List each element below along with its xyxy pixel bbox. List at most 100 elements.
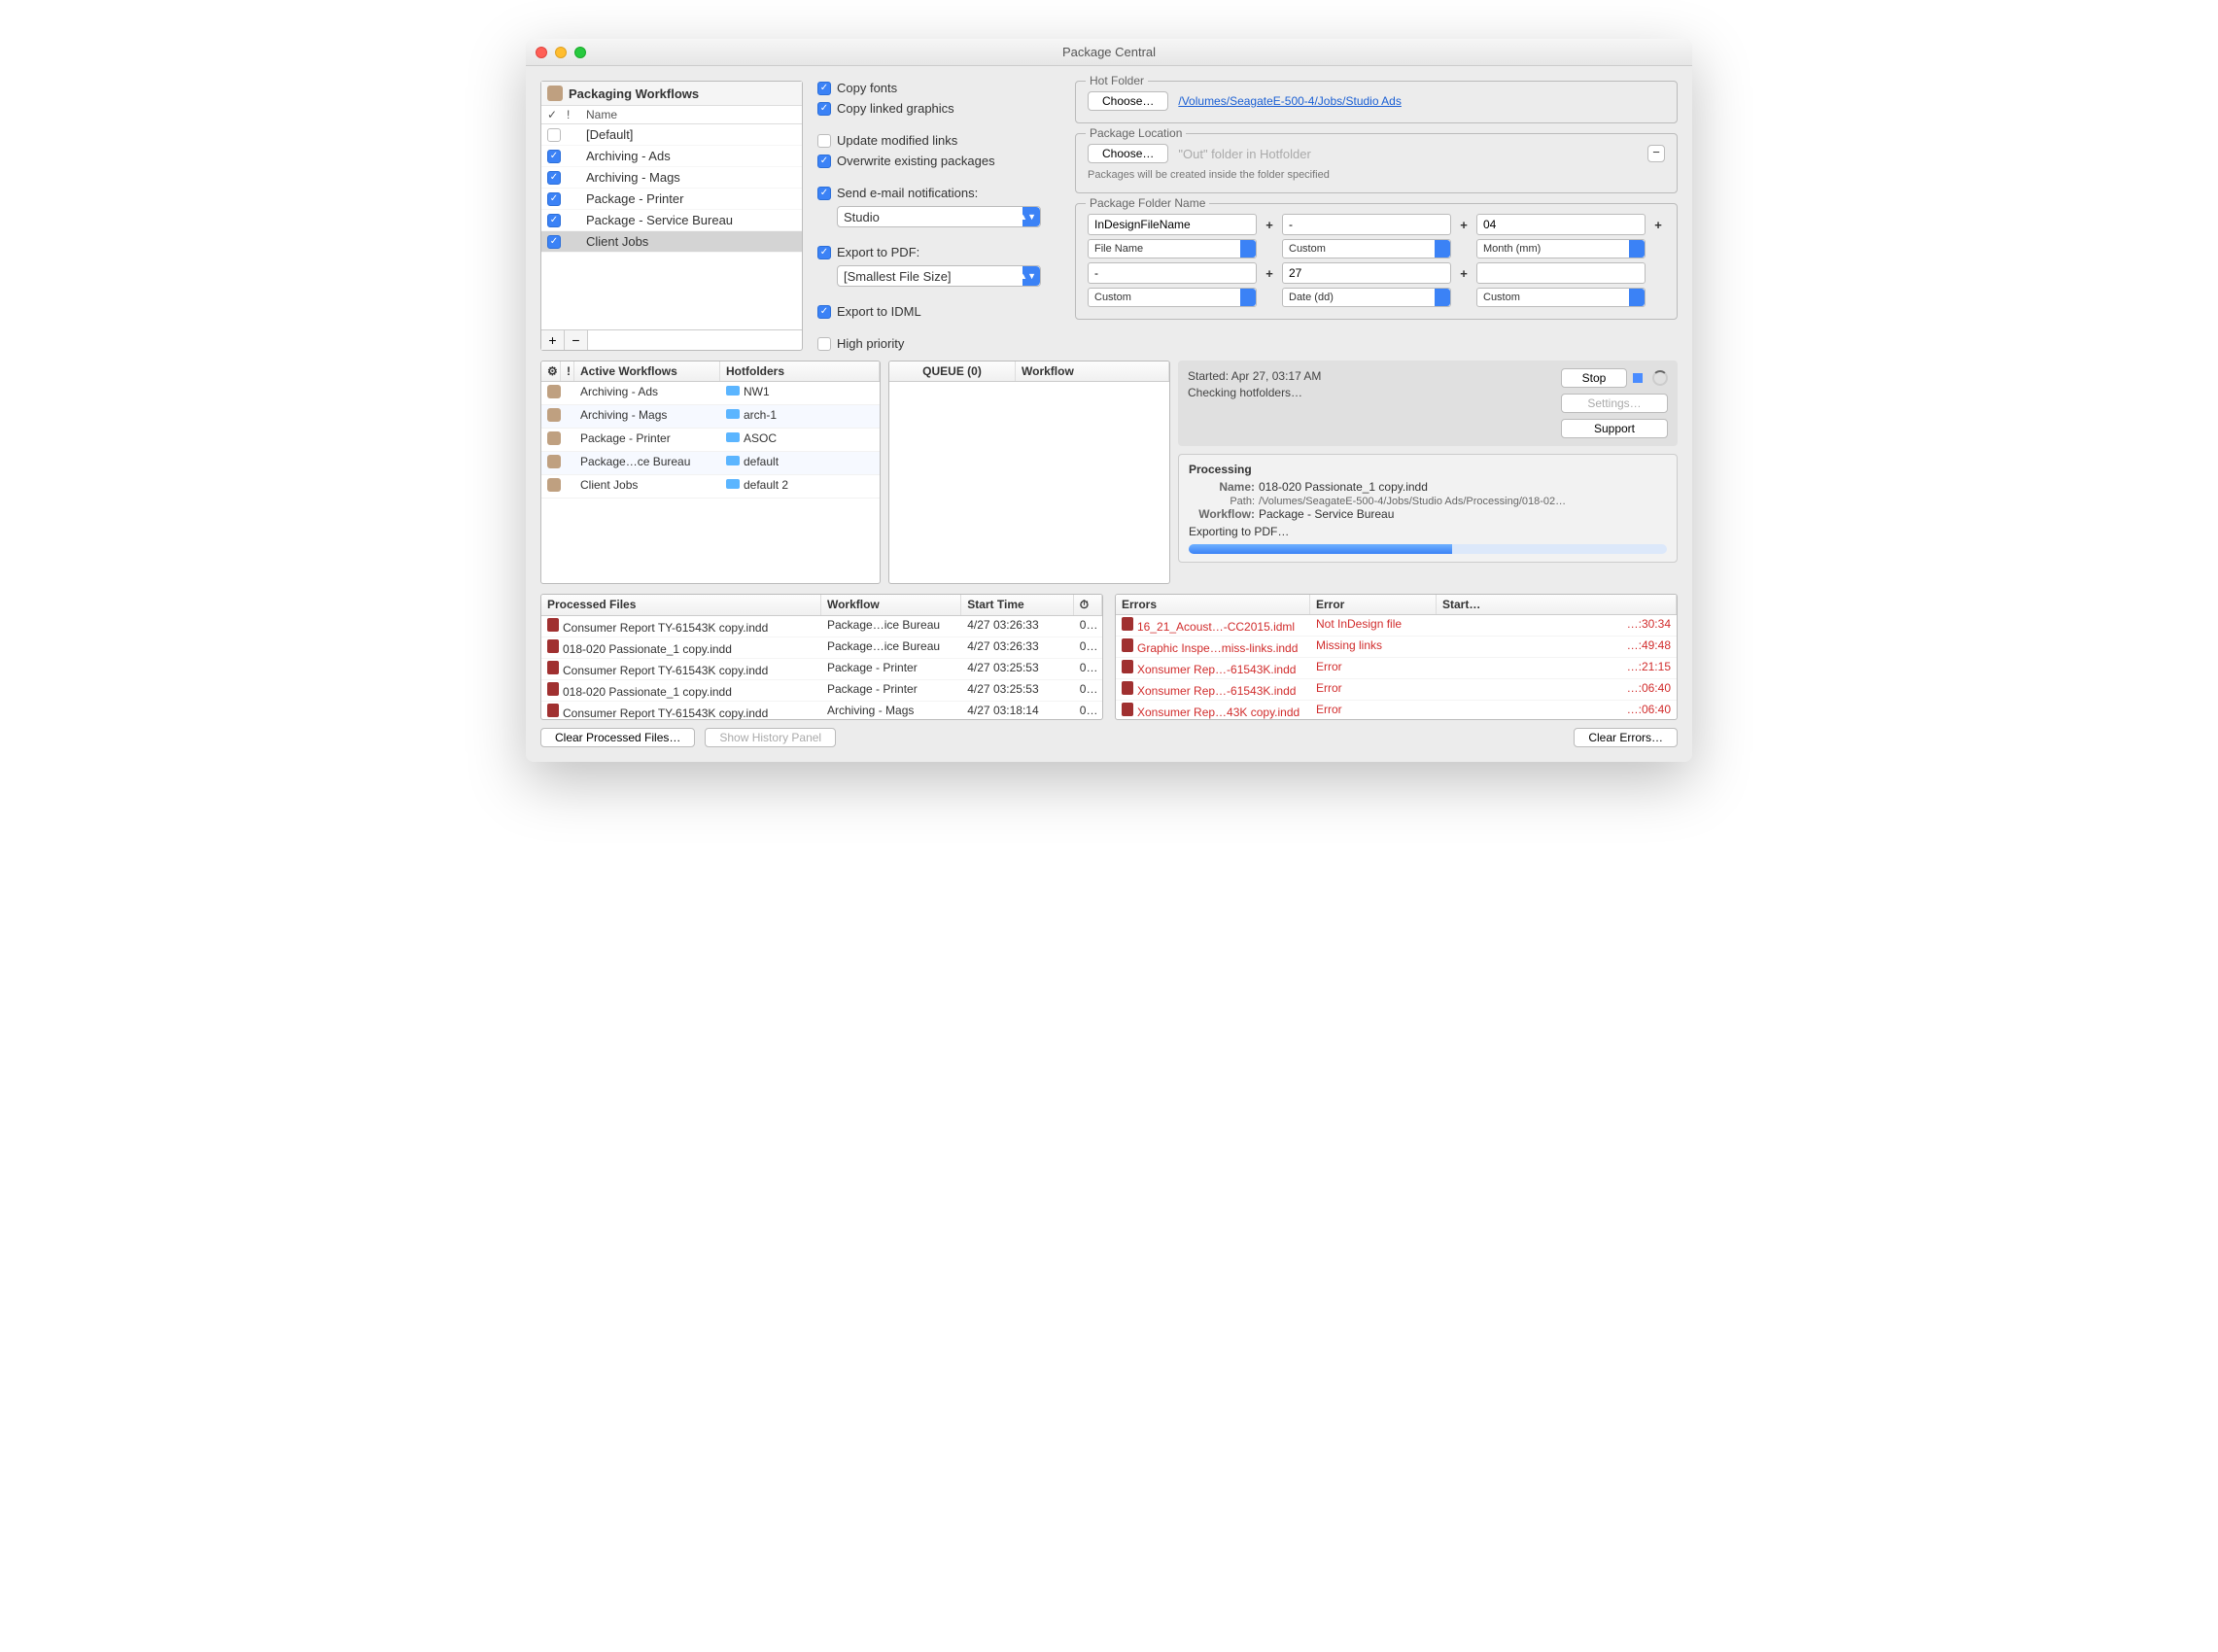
- package-location-clear-button[interactable]: −: [1647, 145, 1665, 162]
- processed-row[interactable]: 018-020 Passionate_1 copy.inddPackage…ic…: [541, 637, 1102, 659]
- processed-row[interactable]: Consumer Report TY-61543K copy.inddPacka…: [541, 616, 1102, 637]
- stop-button[interactable]: Stop: [1561, 368, 1627, 388]
- hot-folder-path-link[interactable]: /Volumes/SeagateE-500-4/Jobs/Studio Ads: [1178, 94, 1401, 108]
- active-row[interactable]: Package - PrinterASOC: [541, 429, 880, 452]
- pdf-preset-select[interactable]: [Smallest File Size]▲▼: [837, 265, 1041, 287]
- remove-workflow-button[interactable]: −: [565, 330, 588, 350]
- export-pdf-checkbox[interactable]: ✓: [817, 246, 831, 259]
- status-checking: Checking hotfolders…: [1188, 385, 1551, 401]
- email-profile-select[interactable]: Studio▲▼: [837, 206, 1041, 227]
- errors-head[interactable]: Errors: [1116, 595, 1310, 614]
- pfn-6-value[interactable]: [1476, 262, 1646, 284]
- clear-processed-button[interactable]: Clear Processed Files…: [540, 728, 695, 747]
- hotfolders-head[interactable]: Hotfolders: [720, 361, 880, 381]
- send-email-checkbox[interactable]: ✓: [817, 187, 831, 200]
- workflow-row[interactable]: ✓Archiving - Ads: [541, 146, 802, 167]
- active-row[interactable]: Archiving - Magsarch-1: [541, 405, 880, 429]
- workflow-checkbox[interactable]: ✓: [547, 214, 561, 227]
- hot-folder-choose-button[interactable]: Choose…: [1088, 91, 1168, 111]
- export-idml-label: Export to IDML: [837, 304, 921, 319]
- plus-icon: +: [1457, 218, 1471, 232]
- support-button[interactable]: Support: [1561, 419, 1668, 438]
- pfn-3-value[interactable]: [1476, 214, 1646, 235]
- active-row[interactable]: Archiving - AdsNW1: [541, 382, 880, 405]
- folder-icon: [726, 456, 740, 465]
- workflow-checkbox[interactable]: ✓: [547, 235, 561, 249]
- status-panel: Started: Apr 27, 03:17 AM Checking hotfo…: [1178, 361, 1678, 446]
- workflow-icon: [547, 455, 561, 468]
- minimize-icon[interactable]: [555, 47, 567, 58]
- close-icon[interactable]: [536, 47, 547, 58]
- workflow-row[interactable]: ✓Archiving - Mags: [541, 167, 802, 189]
- workflow-row[interactable]: ✓Package - Printer: [541, 189, 802, 210]
- pfn-2-value[interactable]: [1282, 214, 1451, 235]
- errors-head-start[interactable]: Start…: [1437, 595, 1677, 614]
- queue-table: QUEUE (0) Workflow: [888, 361, 1170, 584]
- processed-head-wf[interactable]: Workflow: [821, 595, 961, 615]
- high-priority-checkbox[interactable]: [817, 337, 831, 351]
- processed-head-dur[interactable]: ⏱: [1074, 595, 1102, 615]
- update-links-checkbox[interactable]: [817, 134, 831, 148]
- processing-legend: Processing: [1189, 463, 1667, 476]
- workflow-icon: [547, 431, 561, 445]
- workflow-name: [Default]: [586, 127, 633, 142]
- file-icon: [547, 682, 559, 696]
- col-check[interactable]: ✓: [547, 108, 567, 121]
- export-idml-checkbox[interactable]: ✓: [817, 305, 831, 319]
- pfn-4-type[interactable]: Custom: [1088, 288, 1257, 307]
- active-row[interactable]: Package…ce Bureaudefault: [541, 452, 880, 475]
- workflow-icon: [547, 408, 561, 422]
- processed-row[interactable]: Consumer Report TY-61543K copy.inddArchi…: [541, 702, 1102, 719]
- copy-graphics-checkbox[interactable]: ✓: [817, 102, 831, 116]
- queue-head[interactable]: QUEUE (0): [889, 361, 1016, 381]
- pfn-2-type[interactable]: Custom: [1282, 239, 1451, 258]
- col-name[interactable]: Name: [586, 108, 617, 121]
- active-row[interactable]: Client Jobsdefault 2: [541, 475, 880, 499]
- workflow-row[interactable]: ✓ Package - Service Bureau: [541, 210, 802, 231]
- overwrite-checkbox[interactable]: ✓: [817, 155, 831, 168]
- errors-head-label[interactable]: Error: [1310, 595, 1437, 614]
- processed-head-file[interactable]: Processed Files: [541, 595, 821, 615]
- gear-icon[interactable]: ⚙: [541, 361, 561, 381]
- pfn-5-value[interactable]: [1282, 262, 1451, 284]
- workflow-name: Package - Service Bureau: [586, 213, 733, 227]
- col-alert[interactable]: !: [567, 108, 586, 121]
- alert-column[interactable]: !: [561, 361, 574, 381]
- pfn-1-type[interactable]: File Name: [1088, 239, 1257, 258]
- error-row[interactable]: Xonsumer Rep…-61543K.inddError…:21:15: [1116, 658, 1677, 679]
- clear-errors-button[interactable]: Clear Errors…: [1574, 728, 1678, 747]
- workflow-checkbox[interactable]: ✓: [547, 150, 561, 163]
- add-workflow-button[interactable]: +: [541, 330, 565, 350]
- processed-head-start[interactable]: Start Time: [961, 595, 1074, 615]
- error-row[interactable]: Graphic Inspe…miss-links.inddMissing lin…: [1116, 637, 1677, 658]
- queue-workflow-head[interactable]: Workflow: [1016, 361, 1169, 381]
- workflow-checkbox[interactable]: ✓: [547, 171, 561, 185]
- workflow-row[interactable]: ✓Client Jobs: [541, 231, 802, 253]
- add-segment-button[interactable]: +: [1651, 218, 1665, 232]
- processing-panel: Processing Name:018-020 Passionate_1 cop…: [1178, 454, 1678, 563]
- zoom-icon[interactable]: [574, 47, 586, 58]
- workflows-title: Packaging Workflows: [569, 86, 699, 101]
- package-location-choose-button[interactable]: Choose…: [1088, 144, 1168, 163]
- options-column: ✓Copy fonts ✓Copy linked graphics Update…: [817, 81, 1060, 351]
- show-history-button[interactable]: Show History Panel: [705, 728, 836, 747]
- active-head[interactable]: Active Workflows: [574, 361, 720, 381]
- pfn-1-value[interactable]: [1088, 214, 1257, 235]
- pfn-5-type[interactable]: Date (dd): [1282, 288, 1451, 307]
- workflow-checkbox[interactable]: [547, 128, 561, 142]
- workflow-icon: [547, 478, 561, 492]
- pfn-6-type[interactable]: Custom: [1476, 288, 1646, 307]
- pfn-4-value[interactable]: [1088, 262, 1257, 284]
- error-row[interactable]: Xonsumer Rep…-61543K.inddError…:06:40: [1116, 679, 1677, 701]
- error-row[interactable]: Xonsumer Rep…43K copy.inddError…:06:40: [1116, 701, 1677, 719]
- app-window: Package Central Packaging Workflows ✓ ! …: [526, 39, 1692, 762]
- progress-bar: [1189, 544, 1667, 554]
- workflow-row[interactable]: [Default]: [541, 124, 802, 146]
- copy-fonts-checkbox[interactable]: ✓: [817, 82, 831, 95]
- processed-row[interactable]: Consumer Report TY-61543K copy.inddPacka…: [541, 659, 1102, 680]
- settings-button[interactable]: Settings…: [1561, 394, 1668, 413]
- error-row[interactable]: 16_21_Acoust…-CC2015.idmlNot InDesign fi…: [1116, 615, 1677, 637]
- workflow-checkbox[interactable]: ✓: [547, 192, 561, 206]
- processed-row[interactable]: 018-020 Passionate_1 copy.inddPackage - …: [541, 680, 1102, 702]
- pfn-3-type[interactable]: Month (mm): [1476, 239, 1646, 258]
